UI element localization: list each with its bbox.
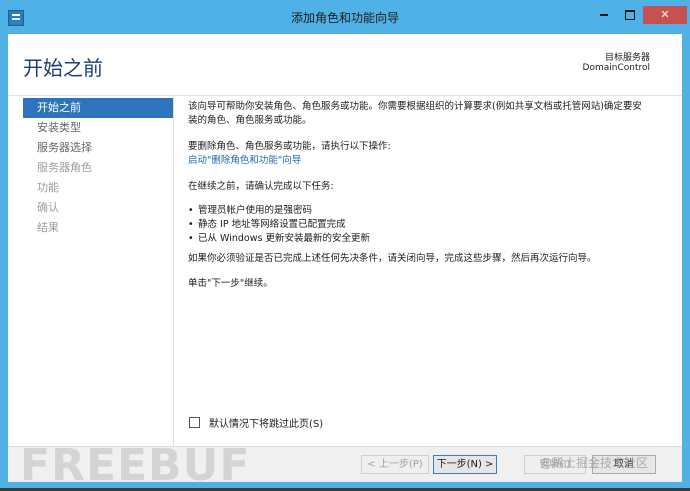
list-item: 已从 Windows 更新安装最新的安全更新 [188, 232, 648, 246]
list-item: 管理员帐户使用的是强密码 [188, 204, 648, 218]
skip-page-checkbox[interactable] [189, 417, 200, 428]
target-server-value: DomainControl [582, 63, 650, 73]
task-list: 管理员帐户使用的是强密码 静态 IP 地址等网络设置已配置完成 已从 Windo… [188, 204, 648, 246]
page-title: 开始之前 [23, 56, 103, 80]
close-button[interactable]: ✕ [643, 6, 687, 24]
maximize-icon [625, 10, 635, 20]
intro-text: 该向导可帮助你安装角色、角色服务或功能。你需要根据组织的计算要求(例如共享文档或… [188, 101, 642, 126]
minimize-button[interactable] [591, 6, 617, 24]
verify-text: 如果你必须验证是否已完成上述任何先决条件，请关闭向导，完成这些步骤，然后再次运行… [188, 253, 597, 264]
remove-instructions: 要删除角色、角色服务或功能，请执行以下操作: [188, 141, 391, 152]
juejin-watermark: @稀土掘金技术社区 [540, 456, 649, 470]
target-server-label: 目标服务器 [604, 53, 650, 63]
minimize-icon [600, 14, 608, 16]
nav-item-confirmation: 确认 [37, 201, 59, 214]
wizard-steps-nav: 开始之前 安装类型 服务器选择 服务器角色 功能 确认 结果 [23, 98, 173, 238]
skip-page-label: 默认情况下将跳过此页(S) [209, 419, 324, 430]
wizard-content: 该向导可帮助你安装角色、角色服务或功能。你需要根据组织的计算要求(例如共享文档或… [188, 96, 648, 291]
wizard-window: 添加角色和功能向导 ✕ 开始之前 目标服务器 DomainControl 开始之… [0, 0, 690, 491]
remove-roles-link[interactable]: 启动"删除角色和功能"向导 [188, 154, 648, 168]
title-bar[interactable]: 添加角色和功能向导 ✕ [0, 0, 690, 34]
wizard-header: 开始之前 目标服务器 DomainControl [8, 34, 682, 96]
before-continue-text: 在继续之前，请确认完成以下任务: [188, 181, 334, 192]
freebuf-watermark: FREEBUF [20, 440, 251, 491]
maximize-button[interactable] [617, 6, 643, 24]
nav-divider [173, 96, 174, 446]
nav-item-installation-type[interactable]: 安装类型 [23, 118, 173, 138]
window-title: 添加角色和功能向导 [290, 11, 399, 25]
list-item: 静态 IP 地址等网络设置已配置完成 [188, 218, 648, 232]
window-frame-right [682, 34, 690, 488]
nav-item-server-selection[interactable]: 服务器选择 [23, 138, 173, 158]
continue-text: 单击"下一步"继续。 [188, 278, 273, 289]
nav-item-results: 结果 [37, 221, 59, 234]
wizard-client-area: 开始之前 目标服务器 DomainControl 开始之前 安装类型 服务器选择… [8, 34, 682, 482]
nav-item-server-roles: 服务器角色 [37, 161, 92, 174]
nav-item-before-you-begin[interactable]: 开始之前 [23, 98, 173, 118]
close-icon: ✕ [660, 8, 670, 21]
next-button[interactable]: 下一步(N) > [433, 455, 497, 474]
nav-item-features: 功能 [37, 181, 59, 194]
previous-button[interactable]: < 上一步(P) [361, 455, 429, 474]
skip-page-option[interactable]: 默认情况下将跳过此页(S) [189, 415, 323, 430]
